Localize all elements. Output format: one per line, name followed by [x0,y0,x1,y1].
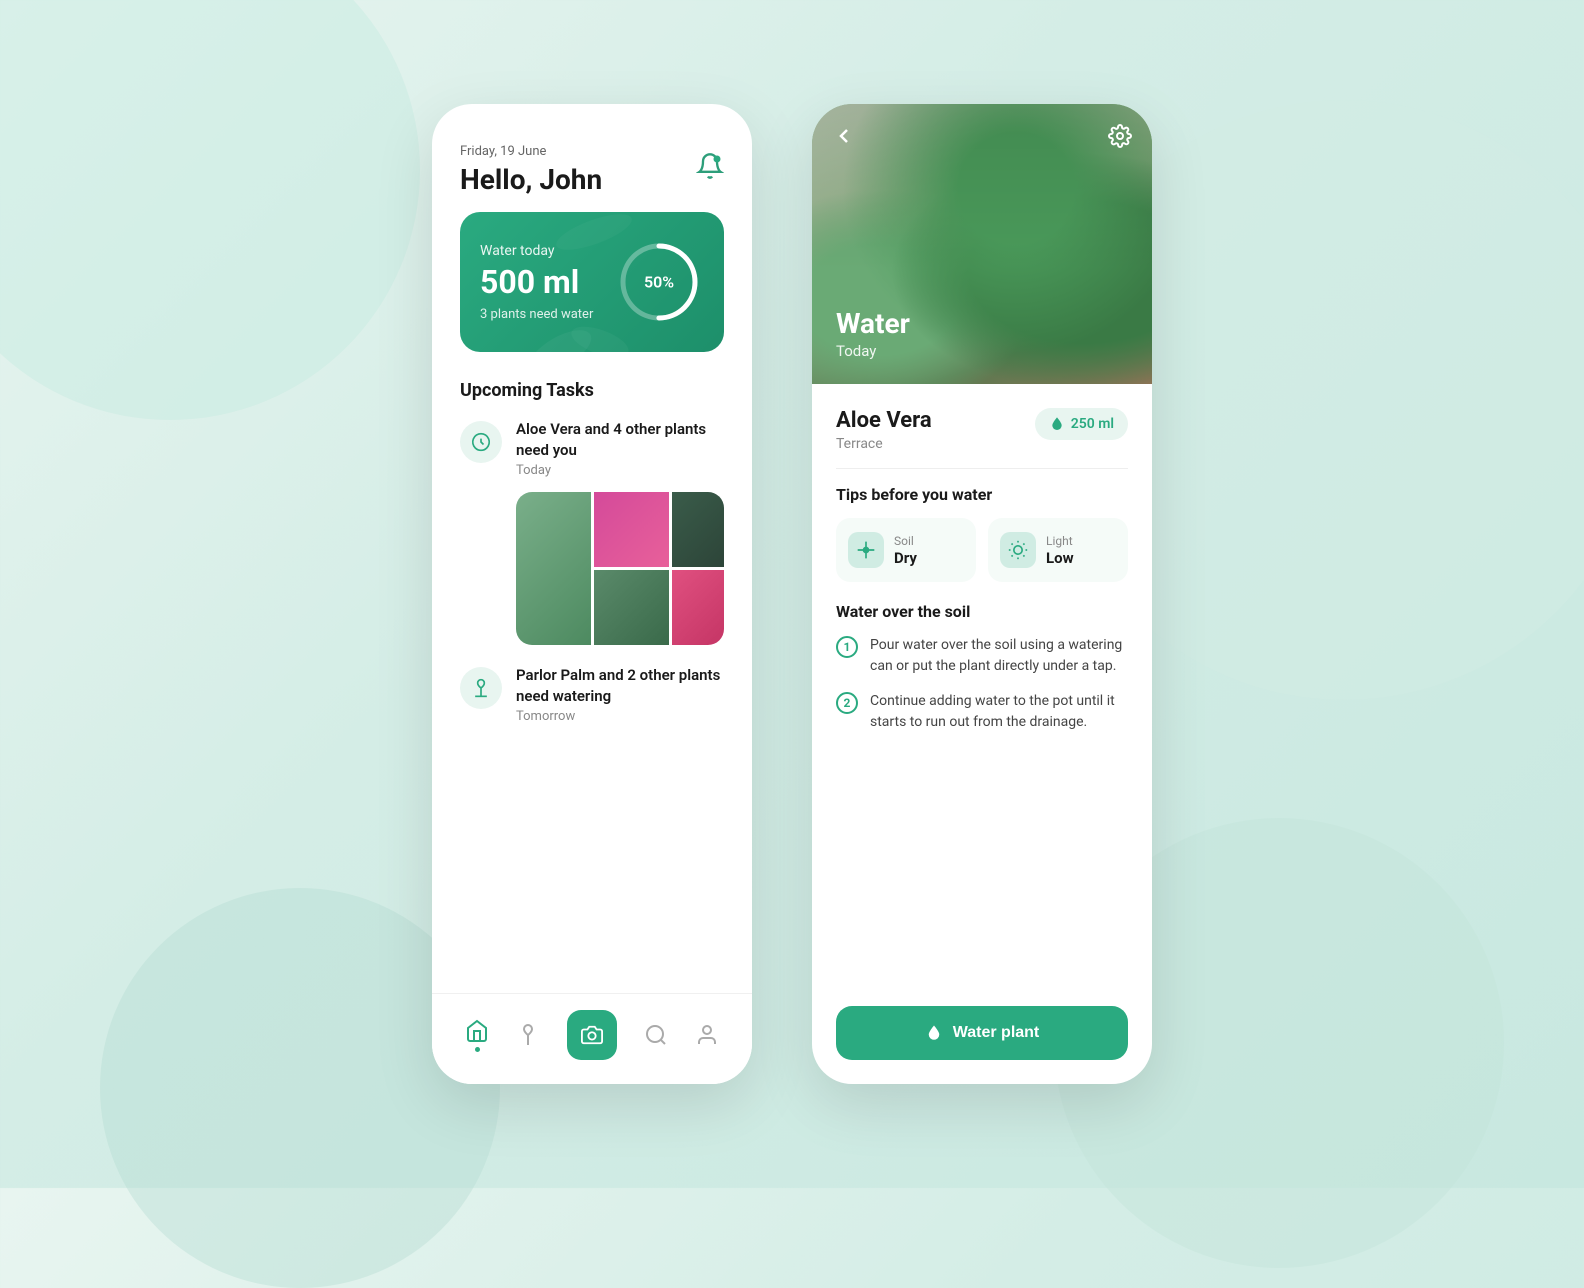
upcoming-tasks-title: Upcoming Tasks [460,380,724,401]
tips-row: Soil Dry [836,518,1128,582]
water-amount-text: 250 ml [1071,416,1114,432]
task-item-1[interactable]: Aloe Vera and 4 other plants need you To… [460,419,724,478]
water-plant-label: Water plant [953,1024,1040,1042]
bottom-nav [432,993,752,1084]
nav-plant[interactable] [516,1023,540,1047]
light-icon [1000,532,1036,568]
water-card-text: Water today 500 ml 3 plants need water [480,243,593,322]
instructions-title: Water over the soil [836,602,1128,621]
nav-search[interactable] [644,1023,668,1047]
plant-img-stripe [594,570,669,645]
nav-camera[interactable] [567,1010,617,1060]
plant-img-dark [672,492,724,567]
plant-img-pink [594,492,669,567]
hero-action-sub: Today [836,342,910,360]
water-label: Water today [480,243,593,259]
water-amount-badge: 250 ml [1035,408,1128,440]
hero-action-label: Water [836,307,910,340]
step-2-num: 2 [836,692,858,714]
nav-home-dot [475,1047,480,1052]
phone-1: Friday, 19 June Hello, John [432,104,752,1084]
plant-img-pink2 [672,570,724,645]
phones-container: Friday, 19 June Hello, John [432,104,1152,1084]
greeting: Hello, John [460,163,602,196]
plant-info-row: Aloe Vera Terrace 250 ml [836,408,1128,469]
notification-button[interactable] [696,144,724,180]
phone-header: Friday, 19 June Hello, John [460,144,724,196]
phone-2: Water Today Aloe Vera Terrace 250 ml [812,104,1152,1084]
plant-img-aloe [516,492,591,645]
settings-button[interactable] [1108,124,1132,148]
plant-name: Aloe Vera [836,408,932,433]
soil-label: Soil [894,534,917,548]
plant-grid [516,492,724,645]
task-1-title: Aloe Vera and 4 other plants need you [516,419,724,461]
light-tip-card: Light Low [988,518,1128,582]
soil-value: Dry [894,549,917,567]
phone-2-content: Aloe Vera Terrace 250 ml Tips before you… [812,384,1152,1006]
water-card[interactable]: Water today 500 ml 3 plants need water 5… [460,212,724,352]
nav-profile[interactable] [695,1023,719,1047]
progress-label: 50% [644,273,674,292]
task-2-title: Parlor Palm and 2 other plants need wate… [516,665,724,707]
step-1-num: 1 [836,636,858,658]
task-1-icon-wrap [460,421,502,463]
step-2-text: Continue adding water to the pot until i… [870,691,1128,733]
task-item-2[interactable]: Parlor Palm and 2 other plants need wate… [460,665,724,724]
instruction-2: 2 Continue adding water to the pot until… [836,691,1128,733]
task-2-time: Tomorrow [516,709,724,724]
nav-home[interactable] [465,1019,489,1052]
plant-hero: Water Today [812,104,1152,384]
back-button[interactable] [832,124,856,148]
hero-top-bar [832,124,1132,148]
light-label: Light [1046,534,1074,548]
light-value: Low [1046,549,1074,567]
task-1-time: Today [516,463,724,478]
step-1-text: Pour water over the soil using a waterin… [870,635,1128,677]
soil-tip-card: Soil Dry [836,518,976,582]
water-progress-circle: 50% [614,237,704,327]
plant-location: Terrace [836,436,932,452]
water-plant-button[interactable]: Water plant [836,1006,1128,1060]
instruction-1: 1 Pour water over the soil using a water… [836,635,1128,677]
hero-bottom: Water Today [836,307,910,360]
soil-icon [848,532,884,568]
task-2-icon-wrap [460,667,502,709]
date-text: Friday, 19 June [460,144,602,159]
water-plants-count: 3 plants need water [480,307,593,322]
tips-title: Tips before you water [836,485,1128,504]
